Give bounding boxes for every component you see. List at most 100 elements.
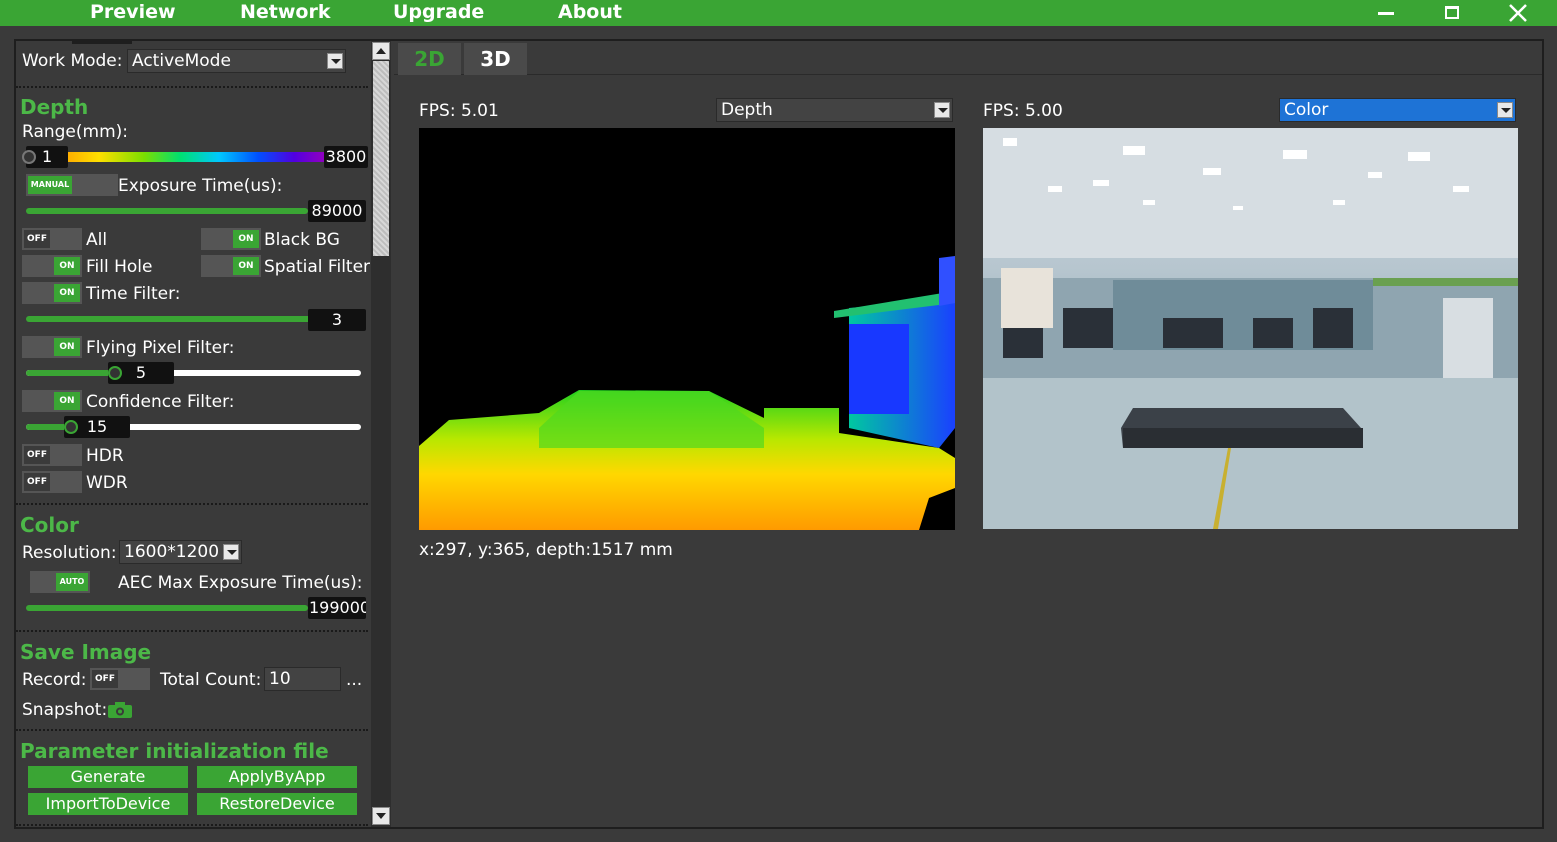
chevron-down-icon xyxy=(223,544,239,560)
top-menu-bar: Preview Network Upgrade About xyxy=(0,0,1557,26)
all-toggle-state: OFF xyxy=(24,230,50,248)
exposure-mode-state: MANUAL xyxy=(28,176,72,194)
range-min-handle[interactable] xyxy=(22,150,36,164)
camera-icon[interactable] xyxy=(108,702,132,718)
work-mode-value: ActiveMode xyxy=(132,51,231,71)
record-toggle[interactable]: OFF xyxy=(90,668,150,690)
import-to-device-button[interactable]: ImportToDevice xyxy=(28,793,188,815)
confidence-filter-toggle-state: ON xyxy=(54,392,80,410)
total-count-label: Total Count: xyxy=(160,670,262,690)
chevron-down-icon xyxy=(327,53,343,69)
color-section-title: Color xyxy=(20,513,79,537)
menu-upgrade[interactable]: Upgrade xyxy=(393,0,484,26)
color-image[interactable] xyxy=(983,128,1518,529)
all-toggle[interactable]: OFF xyxy=(22,228,82,250)
hdr-toggle[interactable]: OFF xyxy=(22,444,82,466)
close-button[interactable] xyxy=(1498,0,1538,26)
fill-hole-toggle-state: ON xyxy=(54,257,80,275)
time-filter-label: Time Filter: xyxy=(86,284,181,304)
spatial-filter-toggle-state: ON xyxy=(233,257,259,275)
black-bg-toggle[interactable]: ON xyxy=(201,228,261,250)
record-label: Record: xyxy=(22,670,87,690)
chevron-down-icon xyxy=(1497,102,1513,118)
chevron-down-icon xyxy=(934,102,950,118)
view-tabs: 2D 3D xyxy=(394,41,1542,75)
flying-pixel-toggle-state: ON xyxy=(54,338,80,356)
apply-by-app-button[interactable]: ApplyByApp xyxy=(197,766,357,788)
depth-section-title: Depth xyxy=(20,95,89,119)
depth-image[interactable] xyxy=(419,128,955,530)
scroll-down-button[interactable] xyxy=(372,807,390,825)
time-filter-slider-fill[interactable] xyxy=(26,316,326,322)
time-filter-value[interactable]: 3 xyxy=(308,309,366,331)
menu-about[interactable]: About xyxy=(558,0,622,26)
spatial-filter-label: Spatial Filter xyxy=(264,257,370,277)
aec-max-exposure-label: AEC Max Exposure Time(us): xyxy=(118,573,363,593)
flying-pixel-toggle[interactable]: ON xyxy=(22,336,82,358)
aec-toggle[interactable]: AUTO xyxy=(30,571,90,593)
exposure-slider-fill[interactable] xyxy=(26,208,308,214)
divider xyxy=(16,86,368,88)
color-stream-value: Color xyxy=(1284,100,1329,120)
menu-network[interactable]: Network xyxy=(240,0,330,26)
hdr-toggle-state: OFF xyxy=(24,446,50,464)
divider xyxy=(16,630,368,632)
time-filter-toggle[interactable]: ON xyxy=(22,282,82,304)
black-bg-label: Black BG xyxy=(264,230,340,250)
aec-max-exposure-value[interactable]: 199000 xyxy=(308,597,366,619)
tab-2d[interactable]: 2D xyxy=(398,43,461,75)
generate-button[interactable]: Generate xyxy=(28,766,188,788)
chevron-up-icon xyxy=(376,48,386,54)
aec-toggle-state: AUTO xyxy=(56,573,88,591)
restore-device-button[interactable]: RestoreDevice xyxy=(197,793,357,815)
menu-preview[interactable]: Preview xyxy=(90,0,176,26)
view-area: 2D 3D FPS: 5.01 Depth FPS: 5.00 Color x:… xyxy=(394,41,1542,827)
flying-pixel-label: Flying Pixel Filter: xyxy=(86,338,235,358)
flying-pixel-handle[interactable] xyxy=(108,366,122,380)
depth-fps: FPS: 5.01 xyxy=(419,101,499,121)
fill-hole-toggle[interactable]: ON xyxy=(22,255,82,277)
maximize-icon xyxy=(1445,6,1459,19)
fill-hole-label: Fill Hole xyxy=(86,257,153,277)
total-count-input[interactable]: 10 xyxy=(264,667,341,691)
maximize-button[interactable] xyxy=(1432,0,1472,26)
depth-stream-value: Depth xyxy=(721,100,773,120)
control-panel: Work Mode: ActiveMode Depth Range(mm): 1… xyxy=(16,41,370,827)
parameter-file-section-title: Parameter initialization file xyxy=(20,739,329,763)
resolution-value: 1600*1200 xyxy=(124,542,220,562)
chevron-down-icon xyxy=(376,813,386,819)
wdr-toggle[interactable]: OFF xyxy=(22,471,82,493)
confidence-filter-label: Confidence Filter: xyxy=(86,392,235,412)
save-image-section-title: Save Image xyxy=(20,640,152,664)
depth-stream-select[interactable]: Depth xyxy=(716,98,953,122)
total-count-value: 10 xyxy=(269,669,291,689)
scroll-thumb[interactable] xyxy=(373,61,389,256)
minimize-button[interactable] xyxy=(1366,0,1406,26)
wdr-label: WDR xyxy=(86,473,128,493)
snapshot-label: Snapshot: xyxy=(22,700,108,720)
confidence-handle[interactable] xyxy=(64,420,78,434)
time-filter-toggle-state: ON xyxy=(54,284,80,302)
depth-pixel-readout: x:297, y:365, depth:1517 mm xyxy=(419,540,673,560)
color-stream-select[interactable]: Color xyxy=(1279,98,1516,122)
panel-scrollbar[interactable] xyxy=(371,41,391,827)
flying-pixel-slider-fill xyxy=(26,370,118,376)
tab-3d[interactable]: 3D xyxy=(464,43,527,75)
exposure-mode-toggle[interactable]: MANUAL xyxy=(26,174,118,196)
aec-slider-fill[interactable] xyxy=(26,605,308,611)
divider xyxy=(16,503,368,505)
work-mode-label: Work Mode: xyxy=(22,51,123,71)
spatial-filter-toggle[interactable]: ON xyxy=(201,255,261,277)
divider xyxy=(16,729,368,731)
range-label: Range(mm): xyxy=(22,122,128,142)
exposure-value[interactable]: 89000 xyxy=(308,200,366,222)
confidence-filter-toggle[interactable]: ON xyxy=(22,390,82,412)
range-max-value[interactable]: 3800 xyxy=(324,146,368,168)
work-mode-select[interactable]: ActiveMode xyxy=(127,49,346,73)
resolution-select[interactable]: 1600*1200 xyxy=(119,540,242,564)
color-fps: FPS: 5.00 xyxy=(983,101,1063,121)
record-toggle-state: OFF xyxy=(92,670,118,688)
scroll-up-button[interactable] xyxy=(372,42,390,60)
save-path-button[interactable]: ... xyxy=(346,670,362,690)
depth-range-colorbar[interactable] xyxy=(24,152,324,162)
